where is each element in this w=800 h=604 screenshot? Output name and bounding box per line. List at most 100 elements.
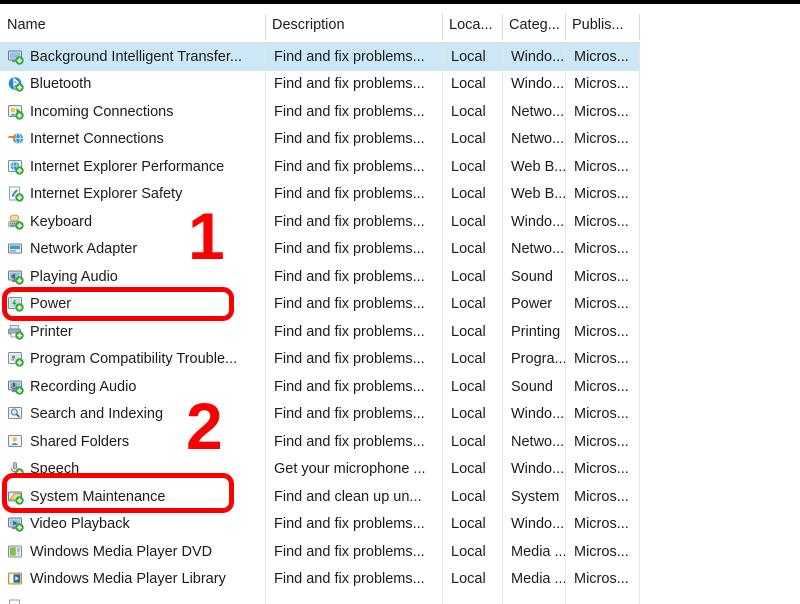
cell-description[interactable]: Find and fix problems...: [265, 291, 442, 319]
table-row[interactable]: Windows Media Player LibraryFind and fix…: [0, 566, 640, 594]
cell-description[interactable]: Find and fix problems...: [265, 71, 442, 99]
column-resize-handle-end[interactable]: [639, 14, 640, 40]
cell-category[interactable]: Windo...: [502, 43, 565, 71]
cell-name[interactable]: Video Playback: [0, 511, 265, 539]
table-row[interactable]: PrinterFind and fix problems...LocalPrin…: [0, 318, 640, 346]
cell-publisher[interactable]: Micros...: [565, 291, 640, 319]
cell-description[interactable]: Find and fix problems...: [265, 43, 442, 71]
cell-publisher[interactable]: Micros...: [565, 373, 640, 401]
cell-location[interactable]: Local: [442, 456, 502, 484]
cell-description[interactable]: Find and fix problems...: [265, 98, 442, 126]
table-row[interactable]: PowerFind and fix problems...LocalPowerM…: [0, 291, 640, 319]
table-row[interactable]: Internet Explorer PerformanceFind and fi…: [0, 153, 640, 181]
cell-category[interactable]: Netwo...: [502, 236, 565, 264]
cell-description[interactable]: Find and clean up un...: [265, 483, 442, 511]
column-header-description[interactable]: Description: [265, 8, 442, 42]
cell-location[interactable]: Local: [442, 153, 502, 181]
cell-description[interactable]: Find and fix problems...: [265, 401, 442, 429]
cell-publisher[interactable]: Micros...: [565, 263, 640, 291]
cell-category[interactable]: Windo...: [502, 456, 565, 484]
cell-category[interactable]: Media ...: [502, 566, 565, 594]
cell-publisher[interactable]: Micros...: [565, 318, 640, 346]
cell-description[interactable]: Find and fix problems...: [265, 511, 442, 539]
table-row[interactable]: SpeechGet your microphone ...LocalWindo.…: [0, 456, 640, 484]
table-row[interactable]: KeyboardFind and fix problems...LocalWin…: [0, 208, 640, 236]
cell-description[interactable]: Find and fix problems...: [265, 263, 442, 291]
table-row[interactable]: Search and IndexingFind and fix problems…: [0, 401, 640, 429]
cell-name[interactable]: Bluetooth: [0, 71, 265, 99]
cell-location[interactable]: Local: [442, 98, 502, 126]
cell-location[interactable]: Local: [442, 401, 502, 429]
cell-publisher[interactable]: Micros...: [565, 566, 640, 594]
cell-location[interactable]: Local: [442, 291, 502, 319]
cell-category[interactable]: Sound: [502, 263, 565, 291]
cell-description[interactable]: Find and fix problems...: [265, 538, 442, 566]
cell-location[interactable]: Local: [442, 208, 502, 236]
table-row[interactable]: Recording AudioFind and fix problems...L…: [0, 373, 640, 401]
cell-description[interactable]: Find and fix problems...: [265, 373, 442, 401]
cell-name[interactable]: Search and Indexing: [0, 401, 265, 429]
column-resize-handle-category[interactable]: [502, 14, 503, 40]
cell-name[interactable]: Power: [0, 291, 265, 319]
cell-category[interactable]: Netwo...: [502, 428, 565, 456]
cell-name[interactable]: Incoming Connections: [0, 98, 265, 126]
cell-location[interactable]: Local: [442, 318, 502, 346]
cell-location[interactable]: Local: [442, 181, 502, 209]
column-resize-handle-description[interactable]: [265, 14, 266, 40]
cell-publisher[interactable]: Micros...: [565, 456, 640, 484]
table-row[interactable]: Background Intelligent Transfer...Find a…: [0, 43, 640, 71]
cell-description[interactable]: Find and fix problems...: [265, 318, 442, 346]
cell-description[interactable]: Find and fix problems...: [265, 346, 442, 374]
cell-name[interactable]: Internet Explorer Performance: [0, 153, 265, 181]
cell-publisher[interactable]: Micros...: [565, 153, 640, 181]
cell-name[interactable]: Windows Media Player Library: [0, 566, 265, 594]
column-header-category[interactable]: Categ...: [502, 8, 565, 42]
table-row[interactable]: Network AdapterFind and fix problems...L…: [0, 236, 640, 264]
cell-publisher[interactable]: Micros...: [565, 98, 640, 126]
table-row[interactable]: Program Compatibility Trouble...Find and…: [0, 346, 640, 374]
cell-publisher[interactable]: Micros...: [565, 428, 640, 456]
table-row[interactable]: Video PlaybackFind and fix problems...Lo…: [0, 511, 640, 539]
troubleshooter-list[interactable]: Background Intelligent Transfer...Find a…: [0, 43, 640, 604]
cell-category[interactable]: Web B...: [502, 181, 565, 209]
cell-category[interactable]: Netwo...: [502, 98, 565, 126]
cell-name[interactable]: Internet Connections: [0, 126, 265, 154]
table-row-partial[interactable]: [0, 593, 640, 604]
column-resize-handle-publisher[interactable]: [565, 14, 566, 40]
column-header-name[interactable]: Name: [0, 8, 265, 42]
cell-description[interactable]: Find and fix problems...: [265, 208, 442, 236]
cell-category[interactable]: Web B...: [502, 153, 565, 181]
cell-name[interactable]: Program Compatibility Trouble...: [0, 346, 265, 374]
cell-category[interactable]: Printing: [502, 318, 565, 346]
table-row[interactable]: Playing AudioFind and fix problems...Loc…: [0, 263, 640, 291]
cell-name[interactable]: Keyboard: [0, 208, 265, 236]
cell-location[interactable]: Local: [442, 373, 502, 401]
cell-location[interactable]: Local: [442, 346, 502, 374]
table-row[interactable]: Internet ConnectionsFind and fix problem…: [0, 126, 640, 154]
cell-name[interactable]: System Maintenance: [0, 483, 265, 511]
cell-name[interactable]: Printer: [0, 318, 265, 346]
cell-publisher[interactable]: Micros...: [565, 71, 640, 99]
cell-description[interactable]: Find and fix problems...: [265, 181, 442, 209]
cell-category[interactable]: Media ...: [502, 538, 565, 566]
column-header-location[interactable]: Loca...: [442, 8, 502, 42]
cell-description[interactable]: Find and fix problems...: [265, 566, 442, 594]
cell-location[interactable]: Local: [442, 126, 502, 154]
cell-description[interactable]: Find and fix problems...: [265, 236, 442, 264]
cell-name[interactable]: Recording Audio: [0, 373, 265, 401]
cell-name[interactable]: Shared Folders: [0, 428, 265, 456]
cell-publisher[interactable]: Micros...: [565, 208, 640, 236]
cell-location[interactable]: Local: [442, 263, 502, 291]
cell-name[interactable]: Speech: [0, 456, 265, 484]
cell-location[interactable]: Local: [442, 236, 502, 264]
cell-category[interactable]: Progra...: [502, 346, 565, 374]
cell-category[interactable]: Windo...: [502, 208, 565, 236]
cell-category[interactable]: Netwo...: [502, 126, 565, 154]
cell-category[interactable]: Sound: [502, 373, 565, 401]
cell-location[interactable]: Local: [442, 71, 502, 99]
cell-publisher[interactable]: Micros...: [565, 181, 640, 209]
cell-publisher[interactable]: Micros...: [565, 346, 640, 374]
cell-publisher[interactable]: Micros...: [565, 483, 640, 511]
cell-location[interactable]: Local: [442, 428, 502, 456]
cell-publisher[interactable]: Micros...: [565, 401, 640, 429]
